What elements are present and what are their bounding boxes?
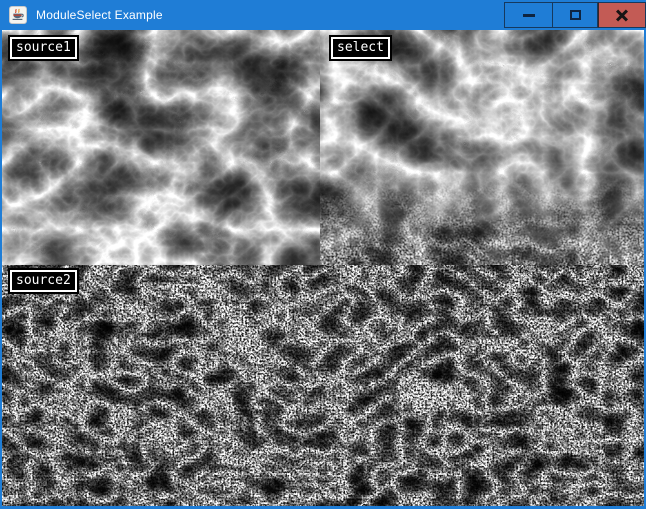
minimize-button[interactable]	[504, 2, 552, 28]
source1-label: source1	[10, 37, 77, 59]
minimize-icon	[523, 14, 535, 17]
noise-canvas	[2, 30, 644, 506]
titlebar[interactable]: ModuleSelect Example	[0, 0, 646, 30]
select-label: select	[331, 37, 390, 59]
maximize-button[interactable]	[552, 2, 598, 28]
source2-texture	[2, 265, 644, 506]
maximize-icon	[570, 10, 581, 20]
source2-label: source2	[10, 270, 77, 292]
window-controls	[504, 2, 646, 28]
app-window: ModuleSelect Example	[0, 0, 646, 509]
window-title: ModuleSelect Example	[36, 8, 163, 22]
close-icon	[615, 8, 629, 22]
render-area: source1 select source2	[2, 30, 644, 506]
close-button[interactable]	[598, 2, 646, 28]
source1-texture	[2, 30, 320, 265]
java-app-icon	[9, 6, 27, 24]
